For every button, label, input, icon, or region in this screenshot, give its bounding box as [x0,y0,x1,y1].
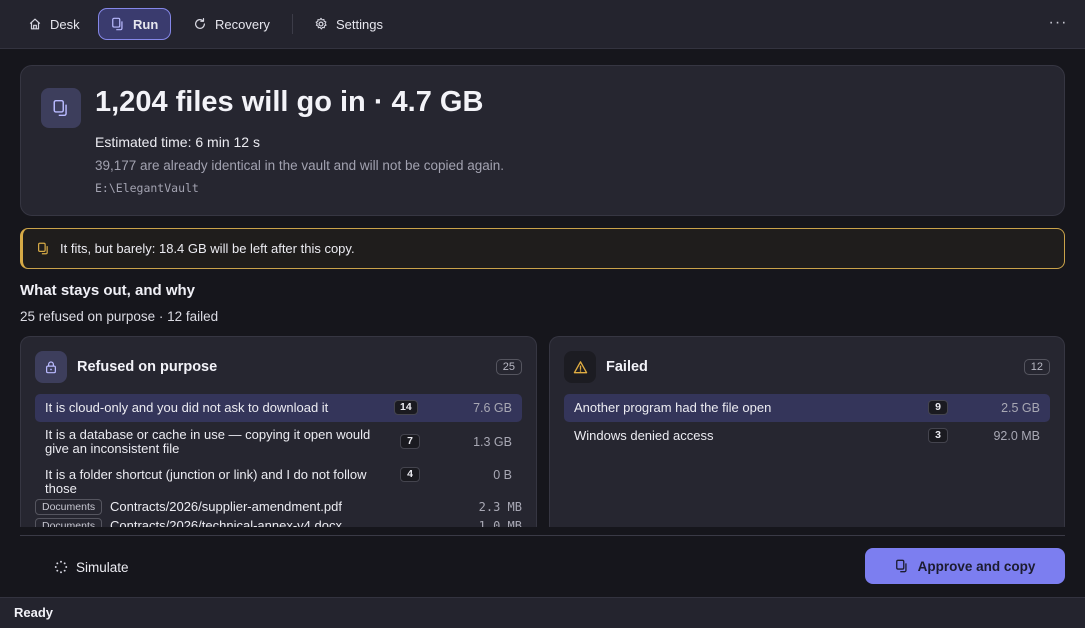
failed-count-badge: 12 [1023,359,1050,375]
estimated-time: Estimated time: 6 min 12 s [95,134,260,150]
spinner-icon [54,560,68,574]
failed-panel-title: Failed [606,359,648,375]
failed-panel: Failed 12 Another program had the file o… [549,336,1065,536]
reason-label: It is cloud-only and you did not ask to … [45,400,329,415]
refused-reason-row[interactable]: It is a database or cache in use — copyi… [35,426,522,460]
warning-text: It fits, but barely: 18.4 GB will be lef… [60,241,355,256]
vault-path: E:\ElegantVault [95,181,199,195]
nav-item-recovery[interactable]: Recovery [181,8,282,40]
status-text: Ready [14,605,54,620]
copy-icon [41,88,81,128]
page-title: 1,204 files will go in · 4.7 GB [95,86,484,118]
disk-space-warning: It fits, but barely: 18.4 GB will be lef… [20,228,1065,269]
nav-item-label: Recovery [215,16,270,32]
file-path: Contracts/2026/supplier-amendment.pdf [110,499,342,514]
copy-icon [895,559,909,573]
exclusions-summary: 25 refused on purpose · 12 failed [20,309,219,324]
nav-item-run[interactable]: Run [98,8,172,40]
refused-reason-row[interactable]: It is cloud-only and you did not ask to … [35,394,522,422]
reason-label: Another program had the file open [574,400,772,415]
reason-size: 2.5 GB [1001,401,1040,415]
exclusions-heading: What stays out, and why [20,282,196,299]
reason-count-badge: 7 [400,434,420,449]
nav-item-settings[interactable]: Settings [302,8,395,40]
status-bar: Ready [0,597,1085,628]
file-size: 2.3 MB [478,500,522,514]
lock-icon [35,351,67,383]
failed-reason-row[interactable]: Another program had the file open 9 2.5 … [564,394,1050,422]
reason-size: 92.0 MB [993,429,1040,443]
file-location-tag: Documents [35,499,103,515]
approve-label: Approve and copy [917,558,1036,574]
simulate-button[interactable]: Simulate [42,555,141,579]
warning-icon [564,351,596,383]
reason-label: It is a database or cache in use — copyi… [45,427,371,456]
reason-count-badge: 14 [394,400,418,415]
simulate-label: Simulate [76,559,129,575]
nav-item-desk[interactable]: Desk [16,8,92,40]
copy-summary-card: 1,204 files will go in · 4.7 GB Estimate… [20,65,1065,216]
approve-and-copy-button[interactable]: Approve and copy [865,548,1065,584]
reason-size: 1.3 GB [473,435,512,449]
nav-item-label: Settings [336,16,383,32]
reason-label: It is a folder shortcut (junction or lin… [45,467,367,496]
home-icon [28,17,42,31]
reason-count-badge: 3 [928,428,948,443]
settings-icon [314,17,328,31]
refused-count-badge: 25 [495,359,522,375]
nav-item-label: Run [133,16,159,32]
nav-divider [292,14,293,34]
file-row[interactable]: Documents Contracts/2026/supplier-amendm… [35,499,522,517]
copy-icon [111,17,125,31]
reason-size: 0 B [493,468,512,482]
copy-icon [37,242,50,255]
reason-label: Windows denied access [574,428,714,443]
refresh-icon [193,17,207,31]
top-nav: Desk Run Recovery Settings ··· [0,0,1085,49]
more-menu-button[interactable]: ··· [1048,12,1068,36]
refused-panel-title: Refused on purpose [77,359,218,375]
refused-reason-row[interactable]: It is a folder shortcut (junction or lin… [35,462,522,496]
failed-reason-row[interactable]: Windows denied access 3 92.0 MB [564,422,1050,450]
reason-count-badge: 9 [928,400,948,415]
identical-files-note: 39,177 are already identical in the vaul… [95,158,505,173]
refused-panel: Refused on purpose 25 It is cloud-only a… [20,336,537,536]
footer-divider [20,535,1065,536]
nav-item-label: Desk [50,16,80,32]
reason-size: 7.6 GB [473,401,512,415]
reason-count-badge: 4 [400,467,420,482]
